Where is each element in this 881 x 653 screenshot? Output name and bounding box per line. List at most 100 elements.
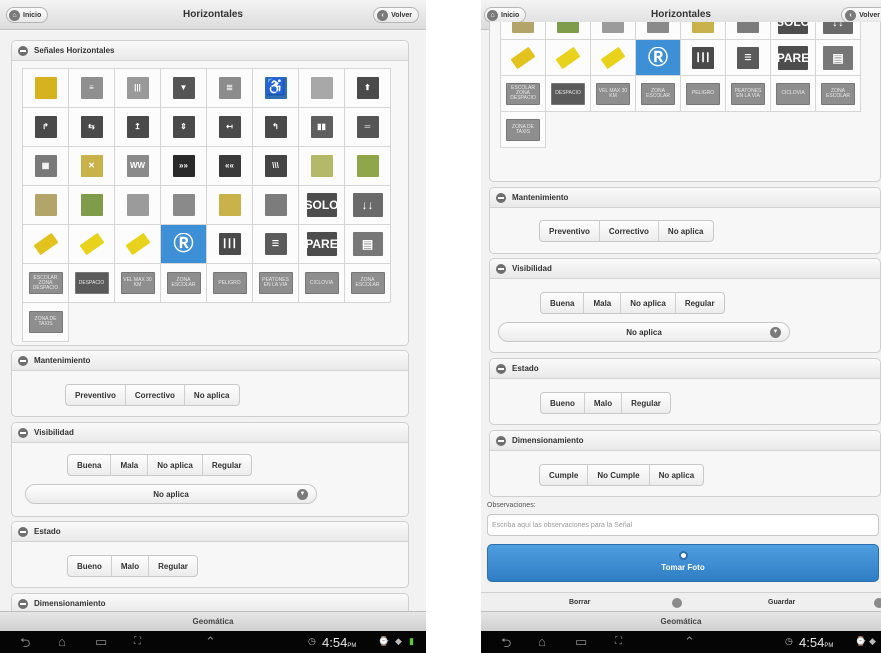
signal-option[interactable]: \\\ <box>253 147 299 186</box>
back-button[interactable]: ‹ Volver <box>841 7 881 23</box>
recent-apps-icon[interactable]: ▭ <box>95 634 107 650</box>
signal-option[interactable] <box>253 186 299 225</box>
signal-option[interactable]: ═ <box>345 108 391 147</box>
visibilidad-section-header[interactable]: Visibilidad <box>12 423 408 443</box>
signal-option[interactable]: WW <box>115 147 161 186</box>
signal-option[interactable]: ♿ <box>253 69 299 108</box>
signal-option[interactable] <box>299 69 345 108</box>
visibilidad-option[interactable]: Buena <box>68 455 112 475</box>
signal-option[interactable] <box>591 22 636 40</box>
mantenimiento-option[interactable]: No aplica <box>659 221 713 241</box>
home-nav-icon[interactable]: ⌂ <box>538 634 546 649</box>
dimensionamiento-section-header[interactable]: Dimensionamiento <box>490 431 880 451</box>
observaciones-input[interactable]: Escriba aquí las observaciones para la S… <box>487 514 879 536</box>
home-nav-icon[interactable]: ⌂ <box>58 634 66 649</box>
signal-option[interactable]: ↓↓ <box>345 186 391 225</box>
signal-option[interactable]: VEL MAX 30 KM <box>115 264 161 303</box>
signal-option[interactable]: »» <box>161 147 207 186</box>
visibilidad-section-header[interactable]: Visibilidad <box>490 259 880 279</box>
visibilidad-option[interactable]: No aplica <box>621 293 676 313</box>
visibilidad-option[interactable]: No aplica <box>148 455 203 475</box>
dimensionamiento-option[interactable]: No aplica <box>650 465 704 485</box>
signal-option[interactable]: ||| <box>115 69 161 108</box>
signal-option[interactable]: ZONA ESCOLAR <box>345 264 391 303</box>
signal-option[interactable]: ┃┃┃ <box>207 225 253 264</box>
signal-option[interactable]: ≣ <box>207 69 253 108</box>
mantenimiento-section-header[interactable]: Mantenimiento <box>12 351 408 371</box>
signal-option[interactable]: SOLO <box>771 22 816 40</box>
menu-up-icon[interactable]: ⌃ <box>684 634 695 650</box>
signal-option[interactable]: PEATONES EN LA VIA <box>726 76 771 112</box>
visibilidad-option[interactable]: Mala <box>584 293 622 313</box>
signal-option[interactable]: ↱ <box>23 108 69 147</box>
signal-option[interactable]: PARE <box>771 40 816 76</box>
signal-option[interactable] <box>23 186 69 225</box>
estado-option[interactable]: Regular <box>149 556 197 576</box>
signal-option[interactable]: ≡ <box>69 69 115 108</box>
signal-option[interactable]: ZONA ESCOLAR <box>816 76 861 112</box>
signal-option[interactable]: ZONA ESCOLAR <box>161 264 207 303</box>
signal-option[interactable]: VEL MAX 30 KM <box>591 76 636 112</box>
mantenimiento-section-header[interactable]: Mantenimiento <box>490 188 880 208</box>
estado-section-header[interactable]: Estado <box>490 359 880 379</box>
signal-option[interactable]: ▤ <box>816 40 861 76</box>
signal-option[interactable]: ↥ <box>115 108 161 147</box>
signal-option[interactable] <box>115 186 161 225</box>
signal-option[interactable]: ESCOLAR ZONA DESPACIO <box>501 76 546 112</box>
visibilidad-option[interactable]: Regular <box>676 293 724 313</box>
signal-option[interactable] <box>69 186 115 225</box>
signal-option[interactable] <box>207 186 253 225</box>
signal-option[interactable]: ▼ <box>161 69 207 108</box>
signal-option[interactable]: ▤ <box>345 225 391 264</box>
signal-option[interactable]: PELIGRO <box>681 76 726 112</box>
screenshot-icon[interactable]: ⛶ <box>134 636 141 647</box>
signal-option[interactable]: ESCOLAR ZONA DESPACIO <box>23 264 69 303</box>
signal-option[interactable] <box>23 225 69 264</box>
signal-option[interactable] <box>546 40 591 76</box>
delete-icon[interactable] <box>672 598 682 608</box>
signal-option[interactable]: ▮▮ <box>299 108 345 147</box>
delete-button[interactable]: Borrar <box>569 599 590 606</box>
signal-option[interactable] <box>726 22 771 40</box>
signal-option[interactable]: PEATONES EN LA VIA <box>253 264 299 303</box>
signal-option[interactable]: ▦ <box>23 147 69 186</box>
signal-option[interactable]: ⬆ <box>345 69 391 108</box>
signal-option[interactable]: CICLOVIA <box>771 76 816 112</box>
visibilidad-option[interactable]: Mala <box>111 455 149 475</box>
signals-section-header[interactable]: Señales Horizontales <box>12 41 408 61</box>
mantenimiento-option[interactable]: Preventivo <box>540 221 600 241</box>
mantenimiento-option[interactable]: Correctivo <box>126 385 185 405</box>
signal-option[interactable]: ZONA DE TAXIS <box>501 112 546 148</box>
signal-option[interactable] <box>591 40 636 76</box>
signal-option[interactable]: PARE <box>299 225 345 264</box>
estado-option[interactable]: Bueno <box>541 393 585 413</box>
estado-option[interactable]: Regular <box>622 393 670 413</box>
signal-option[interactable]: Ⓡ <box>161 225 207 264</box>
signal-option[interactable] <box>681 22 726 40</box>
signal-option[interactable] <box>161 186 207 225</box>
menu-up-icon[interactable]: ⌃ <box>205 634 216 650</box>
dimensionamiento-option[interactable]: Cumple <box>540 465 589 485</box>
signal-option[interactable] <box>501 22 546 40</box>
signal-option[interactable] <box>546 22 591 40</box>
signal-option[interactable] <box>636 22 681 40</box>
signal-option[interactable]: ⇕ <box>161 108 207 147</box>
estado-option[interactable]: Malo <box>585 393 623 413</box>
visibilidad-option[interactable]: Buena <box>541 293 585 313</box>
signal-option[interactable]: ✕ <box>69 147 115 186</box>
signal-option[interactable]: ZONA DE TAXIS <box>23 303 69 342</box>
signal-option[interactable]: PELIGRO <box>207 264 253 303</box>
estado-option[interactable]: Bueno <box>68 556 112 576</box>
signal-option[interactable]: SOLO <box>299 186 345 225</box>
estado-option[interactable]: Malo <box>112 556 150 576</box>
signal-option[interactable]: DESPACIO <box>546 76 591 112</box>
visibilidad-select[interactable]: No aplica ▼ <box>498 322 790 342</box>
signal-option[interactable]: ☰ <box>253 225 299 264</box>
signal-option[interactable] <box>115 225 161 264</box>
signal-option[interactable]: ZONA ESCOLAR <box>636 76 681 112</box>
signal-option[interactable]: ↰ <box>253 108 299 147</box>
signal-option[interactable]: ☰ <box>726 40 771 76</box>
recent-apps-icon[interactable]: ▭ <box>575 634 587 650</box>
signal-option[interactable]: ⇆ <box>69 108 115 147</box>
mantenimiento-option[interactable]: Correctivo <box>600 221 659 241</box>
